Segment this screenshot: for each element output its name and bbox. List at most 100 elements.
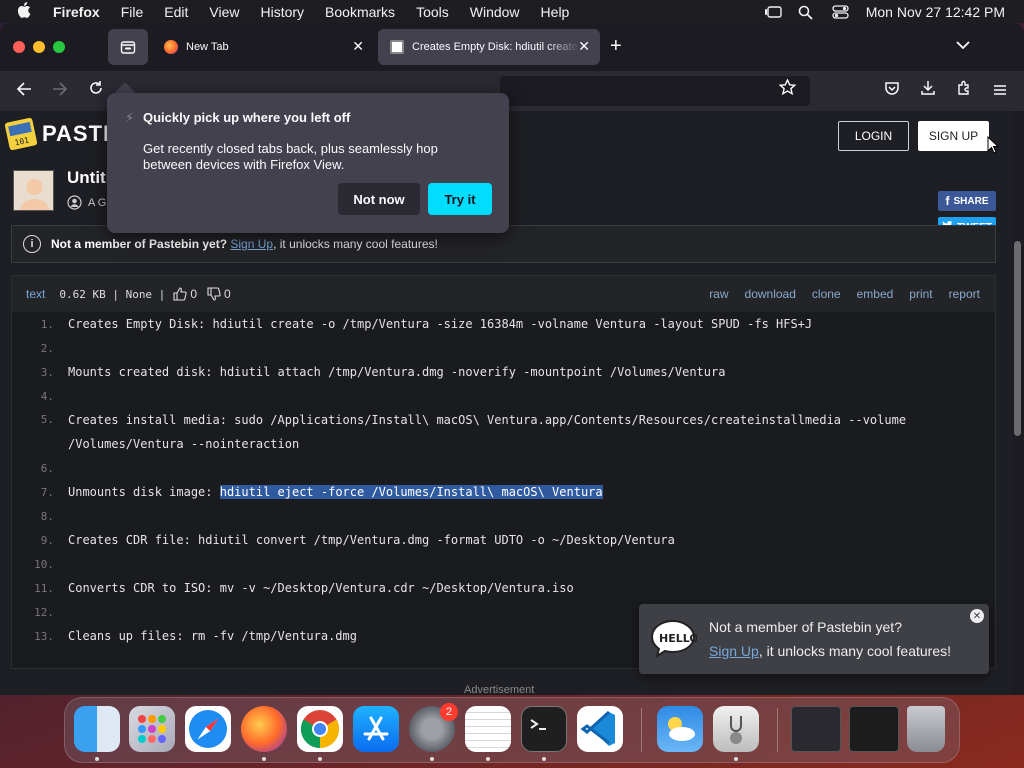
report-link[interactable]: report (949, 287, 980, 301)
finder-icon[interactable] (74, 706, 120, 752)
dock-separator (777, 708, 778, 752)
like-button[interactable]: 0 (173, 287, 197, 301)
toast-text: Sign Up, it unlocks many cool features! (709, 643, 951, 659)
new-tab-plus-icon[interactable]: + (610, 35, 622, 57)
line-text[interactable]: Mounts created disk: hdiutil attach /tmp… (68, 360, 968, 384)
pastebin-logo-icon[interactable]: 101 (4, 117, 38, 151)
notice-sign-up-link[interactable]: Sign Up (230, 237, 273, 251)
bookmark-star-icon[interactable] (778, 78, 797, 100)
tab-title: Creates Empty Disk: hdiutil create (412, 41, 578, 53)
download-link[interactable]: download (745, 287, 796, 301)
dock-separator (641, 708, 642, 752)
line-number: 2. (40, 341, 54, 355)
app-store-icon[interactable] (353, 706, 399, 752)
window-close-button[interactable] (13, 41, 25, 53)
firefox-window-thumbnail[interactable] (791, 706, 841, 752)
menu-bookmarks[interactable]: Bookmarks (325, 4, 395, 20)
apple-icon[interactable] (17, 1, 37, 22)
notice-bold-text: Not a member of Pastebin yet? (51, 237, 228, 251)
not-now-button[interactable]: Not now (338, 183, 420, 215)
extensions-puzzle-icon[interactable] (952, 79, 976, 103)
vscode-icon[interactable] (577, 706, 623, 752)
list-all-tabs-chevron-icon[interactable] (955, 37, 971, 51)
weather-icon[interactable] (657, 706, 703, 752)
line-number: 6. (40, 461, 54, 475)
sign-up-toast: HELLO Not a member of Pastebin yet? Sign… (639, 604, 989, 674)
menu-file[interactable]: File (121, 4, 144, 20)
line-text-before-selection: Unmounts disk image: (68, 485, 220, 499)
launchpad-icon[interactable] (129, 706, 175, 752)
forward-arrow-icon[interactable] (48, 79, 72, 103)
embed-link[interactable]: embed (857, 287, 894, 301)
user-avatar (13, 170, 54, 211)
running-indicator (542, 757, 546, 761)
running-indicator (734, 757, 738, 761)
running-indicator (318, 757, 322, 761)
code-line: 3. Mounts created disk: hdiutil attach /t… (12, 360, 995, 384)
running-indicator (430, 757, 434, 761)
hamburger-menu-icon[interactable] (988, 79, 1012, 103)
toast-sign-up-link[interactable]: Sign Up (709, 643, 759, 659)
menu-window[interactable]: Window (470, 4, 520, 20)
tab-pastebin[interactable]: Creates Empty Disk: hdiutil create ✕ (378, 29, 600, 65)
print-link[interactable]: print (909, 287, 932, 301)
pocket-icon[interactable] (880, 79, 904, 103)
line-number: 12. (34, 605, 54, 619)
paste-meta: 0.62 KB | None | (59, 287, 166, 301)
line-text[interactable]: Converts CDR to ISO: mv -v ~/Desktop/Ven… (68, 576, 968, 600)
stage-manager-icon[interactable] (764, 5, 782, 19)
close-tab-icon[interactable]: ✕ (578, 38, 590, 55)
selected-text[interactable]: hdiutil eject -force /Volumes/Install\ m… (219, 485, 603, 499)
reload-icon[interactable] (84, 79, 108, 103)
dock (64, 697, 960, 763)
control-center-icon[interactable] (832, 4, 849, 19)
textedit-icon[interactable] (465, 706, 511, 752)
menu-tools[interactable]: Tools (416, 4, 449, 20)
clone-link[interactable]: clone (812, 287, 841, 301)
line-text[interactable]: Creates install media: sudo /Application… (68, 408, 968, 456)
back-arrow-icon[interactable] (12, 79, 36, 103)
paste-title: Untitl (67, 168, 111, 187)
window-maximize-button[interactable] (53, 41, 65, 53)
login-button[interactable]: LOGIN (838, 121, 909, 151)
line-text[interactable]: Creates CDR file: hdiutil convert /tmp/V… (68, 528, 968, 552)
sign-up-button[interactable]: SIGN UP (918, 121, 989, 151)
code-line: 9. Creates CDR file: hdiutil convert /tmp… (12, 528, 995, 552)
facebook-share-button[interactable]: f SHARE (938, 191, 996, 211)
tab-title: New Tab (186, 41, 229, 53)
terminal-window-thumbnail[interactable] (849, 706, 899, 752)
firefox-view-button[interactable] (108, 29, 148, 65)
safari-icon[interactable] (185, 706, 231, 752)
toast-close-icon[interactable]: ✕ (970, 609, 984, 623)
code-line: 6. (12, 456, 995, 480)
code-line: 10. (12, 552, 995, 576)
trash-icon[interactable] (907, 706, 945, 752)
hello-speech-bubble-icon: HELLO (649, 618, 699, 659)
line-text[interactable]: Creates Empty Disk: hdiutil create -o /t… (68, 312, 968, 336)
url-bar[interactable] (500, 76, 810, 106)
menu-edit[interactable]: Edit (164, 4, 188, 20)
toast-title: Not a member of Pastebin yet? (709, 619, 902, 635)
menu-view[interactable]: View (209, 4, 239, 20)
menubar-clock[interactable]: Mon Nov 27 12:42 PM (866, 4, 1005, 20)
chrome-icon[interactable] (297, 706, 343, 752)
menu-history[interactable]: History (260, 4, 304, 20)
downloads-icon[interactable] (916, 79, 940, 103)
dislike-button[interactable]: 0 (207, 287, 231, 301)
tab-new-tab[interactable]: New Tab ✕ (152, 29, 374, 65)
window-minimize-button[interactable] (33, 41, 45, 53)
line-text[interactable]: Unmounts disk image: hdiutil eject -forc… (68, 480, 968, 504)
menu-help[interactable]: Help (541, 4, 570, 20)
menu-app-name[interactable]: Firefox (53, 4, 100, 20)
facebook-icon: f (945, 194, 950, 208)
page-scrollbar-thumb[interactable] (1014, 241, 1021, 436)
close-tab-icon[interactable]: ✕ (352, 38, 364, 55)
firefox-icon[interactable] (241, 706, 287, 752)
disk-utility-icon[interactable] (713, 706, 759, 752)
try-it-button[interactable]: Try it (428, 183, 492, 215)
spotlight-search-icon[interactable] (798, 5, 814, 20)
terminal-icon[interactable] (521, 706, 567, 752)
raw-link[interactable]: raw (709, 287, 728, 301)
line-number: 4. (40, 389, 54, 403)
syntax-type-link[interactable]: text (26, 287, 45, 301)
